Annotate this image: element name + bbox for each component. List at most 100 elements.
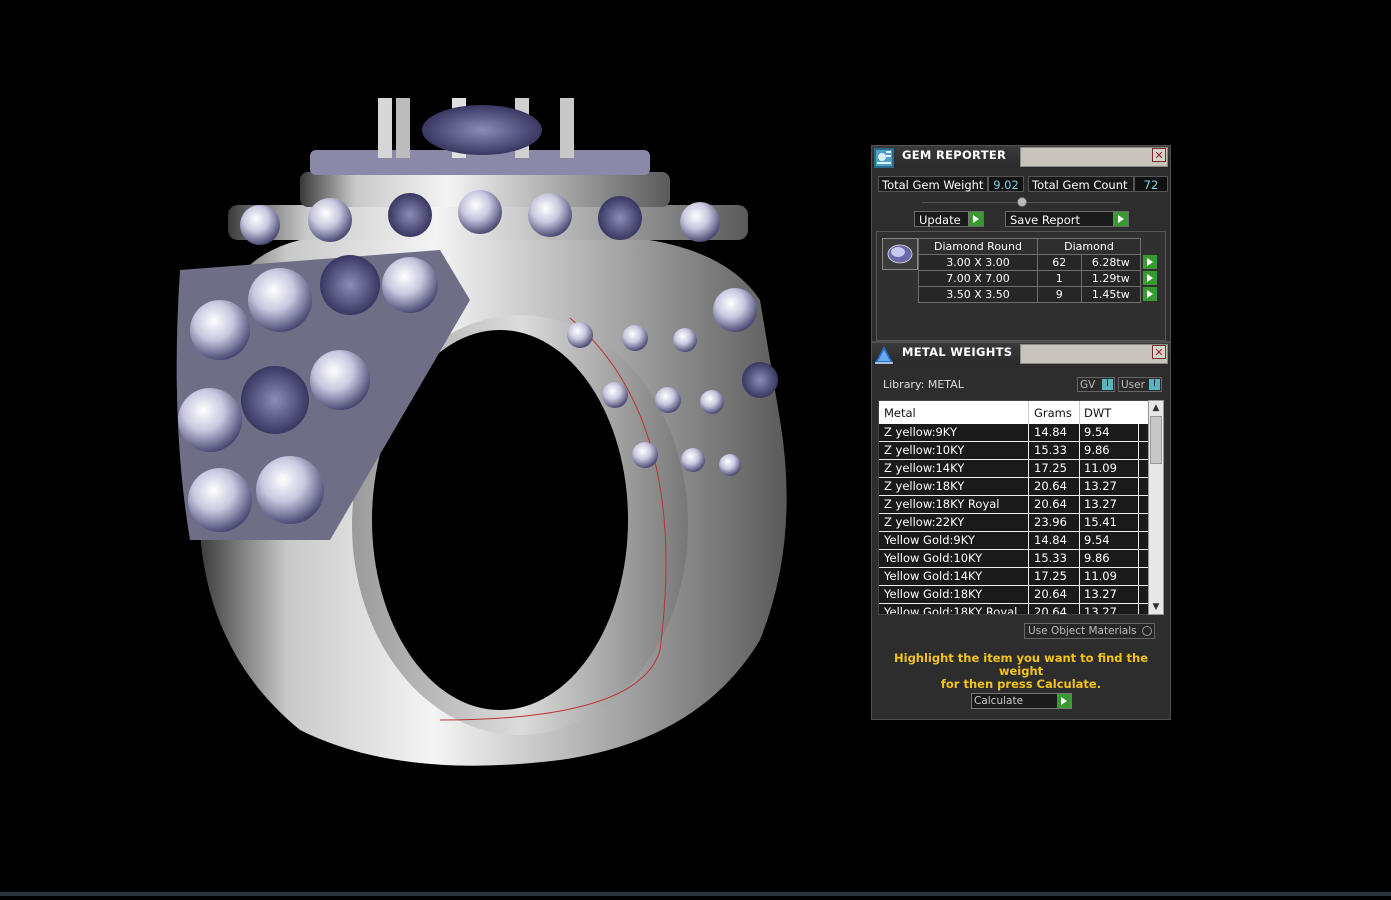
calculate-label: Calculate	[974, 695, 1024, 707]
metal-row[interactable]: Z yellow:18KY Royal 20.64 13.27	[879, 496, 1154, 514]
gem-weight: 1.45tw	[1080, 286, 1142, 303]
gv-toggle[interactable]: GV I	[1077, 377, 1115, 392]
metal-dwt: 13.27	[1084, 587, 1117, 601]
gem-table: Diamond Round Diamond 3.00 X 3.00 62 6.2…	[918, 238, 1158, 303]
play-arrow-icon	[1113, 212, 1128, 226]
gem-list-area: Diamond Round Diamond 3.00 X 3.00 62 6.2…	[876, 231, 1166, 341]
total-gem-count-value: 72	[1134, 176, 1168, 192]
gem-table-header-shape: Diamond Round	[918, 238, 1038, 255]
metal-row[interactable]: Yellow Gold:18KY Royal 20.64 13.27	[879, 604, 1154, 615]
total-gem-weight-value: 9.02	[988, 176, 1024, 192]
gem-reporter-icon	[873, 147, 895, 169]
column-header-metal[interactable]: Metal	[884, 406, 916, 420]
metal-grams: 20.64	[1034, 479, 1067, 493]
metal-row[interactable]: Yellow Gold:14KY 17.25 11.09	[879, 568, 1154, 586]
gem-count: 1	[1037, 270, 1082, 287]
metal-row[interactable]: Yellow Gold:18KY 20.64 13.27	[879, 586, 1154, 604]
use-object-materials-option[interactable]: Use Object Materials	[1024, 623, 1155, 639]
gem-weight: 1.29tw	[1080, 270, 1142, 287]
metal-weights-titlebar[interactable]: METAL WEIGHTS ✕	[872, 343, 1170, 365]
gem-weight: 6.28tw	[1080, 254, 1142, 271]
gem-row[interactable]: 3.00 X 3.00 62 6.28tw	[918, 254, 1158, 271]
metal-grams: 17.25	[1034, 569, 1067, 583]
hint-line-2: for then press Calculate.	[940, 677, 1102, 691]
play-arrow-icon	[1057, 694, 1071, 708]
hint-line-1: Highlight the item you want to find the …	[894, 651, 1148, 678]
metal-row[interactable]: Yellow Gold:9KY 14.84 9.54	[879, 532, 1154, 550]
use-object-materials-label: Use Object Materials	[1028, 625, 1137, 637]
gem-count: 9	[1037, 286, 1082, 303]
metal-dwt: 11.09	[1084, 461, 1117, 475]
gem-row[interactable]: 3.50 X 3.50 9 1.45tw	[918, 286, 1158, 303]
gem-table-header-type: Diamond	[1037, 238, 1141, 255]
metal-grams: 20.64	[1034, 497, 1067, 511]
taskbar-edge	[0, 892, 1391, 896]
play-arrow-icon[interactable]	[1143, 270, 1157, 285]
save-report-label: Save Report	[1010, 213, 1081, 227]
gv-indicator: I	[1102, 379, 1113, 390]
library-label: Library: METAL	[883, 378, 964, 391]
metal-rows: Z yellow:9KY 14.84 9.54 Z yellow:10KY 15.33 9…	[879, 424, 1154, 615]
gem-size: 3.50 X 3.50	[918, 286, 1038, 303]
total-gem-count-label: Total Gem Count	[1028, 176, 1134, 192]
scroll-up-icon[interactable]: ▲	[1152, 404, 1160, 413]
column-header-grams[interactable]: Grams	[1034, 406, 1072, 420]
3d-viewport[interactable]	[0, 0, 860, 896]
metal-name: Z yellow:18KY	[884, 479, 965, 493]
metal-row[interactable]: Z yellow:10KY 15.33 9.86	[879, 442, 1154, 460]
gem-reporter-tab	[1020, 147, 1168, 167]
gem-reporter-panel: GEM REPORTER ✕ Total Gem Weight 9.02 Tot…	[871, 145, 1171, 342]
gem-count: 62	[1037, 254, 1082, 271]
metal-weights-title: METAL WEIGHTS	[902, 345, 1013, 359]
metal-dwt: 13.27	[1084, 497, 1117, 511]
play-arrow-icon[interactable]	[1143, 286, 1157, 301]
scroll-down-icon[interactable]: ▼	[1152, 603, 1160, 612]
close-icon[interactable]: ✕	[1152, 345, 1166, 359]
metal-name: Yellow Gold:14KY	[884, 569, 983, 583]
metal-grams: 14.84	[1034, 533, 1067, 547]
metal-dwt: 9.86	[1084, 443, 1110, 457]
column-header-dwt[interactable]: DWT	[1084, 406, 1111, 420]
metal-name: Z yellow:18KY Royal	[884, 497, 1000, 511]
metal-row[interactable]: Z yellow:18KY 20.64 13.27	[879, 478, 1154, 496]
gem-reporter-titlebar[interactable]: GEM REPORTER ✕	[872, 146, 1170, 168]
gem-reporter-title: GEM REPORTER	[902, 148, 1007, 162]
update-label: Update	[919, 213, 961, 227]
radio-icon	[1142, 626, 1152, 636]
metal-row[interactable]: Z yellow:14KY 17.25 11.09	[879, 460, 1154, 478]
play-arrow-icon[interactable]	[1143, 254, 1157, 269]
ring-render	[176, 98, 787, 766]
close-icon[interactable]: ✕	[1152, 148, 1166, 162]
update-button[interactable]: Update	[914, 211, 984, 227]
slider-handle[interactable]	[1017, 197, 1027, 207]
metal-list[interactable]: Metal Grams DWT Z yellow:9KY 14.84 9.54 Z y…	[878, 400, 1155, 615]
calculate-button[interactable]: Calculate	[971, 693, 1072, 709]
metal-dwt: 13.27	[1084, 605, 1117, 615]
metal-dwt: 9.54	[1084, 425, 1110, 439]
scroll-thumb[interactable]	[1150, 416, 1162, 464]
metal-row[interactable]: Z yellow:22KY 23.96 15.41	[879, 514, 1154, 532]
metal-row[interactable]: Z yellow:9KY 14.84 9.54	[879, 424, 1154, 442]
total-gem-weight-label: Total Gem Weight	[878, 176, 988, 192]
metal-name: Z yellow:9KY	[884, 425, 957, 439]
metal-name: Z yellow:14KY	[884, 461, 965, 475]
metal-dwt: 13.27	[1084, 479, 1117, 493]
metal-grams: 15.33	[1034, 443, 1067, 457]
gem-size: 7.00 X 7.00	[918, 270, 1038, 287]
metal-grams: 15.33	[1034, 551, 1067, 565]
save-report-button[interactable]: Save Report	[1005, 211, 1129, 227]
user-toggle[interactable]: User I	[1118, 377, 1162, 392]
metal-grams: 20.64	[1034, 605, 1067, 615]
metal-dwt: 15.41	[1084, 515, 1117, 529]
metal-list-scrollbar[interactable]: ▲ ▼	[1148, 400, 1164, 615]
gem-size: 3.00 X 3.00	[918, 254, 1038, 271]
metal-grams: 17.25	[1034, 461, 1067, 475]
metal-row[interactable]: Yellow Gold:10KY 15.33 9.86	[879, 550, 1154, 568]
diamond-round-icon[interactable]	[882, 238, 918, 270]
gem-row[interactable]: 7.00 X 7.00 1 1.29tw	[918, 270, 1158, 287]
user-label: User	[1121, 379, 1145, 391]
metal-name: Yellow Gold:18KY Royal	[884, 605, 1018, 615]
user-indicator: I	[1149, 379, 1160, 390]
metal-name: Yellow Gold:18KY	[884, 587, 983, 601]
metal-name: Z yellow:22KY	[884, 515, 965, 529]
